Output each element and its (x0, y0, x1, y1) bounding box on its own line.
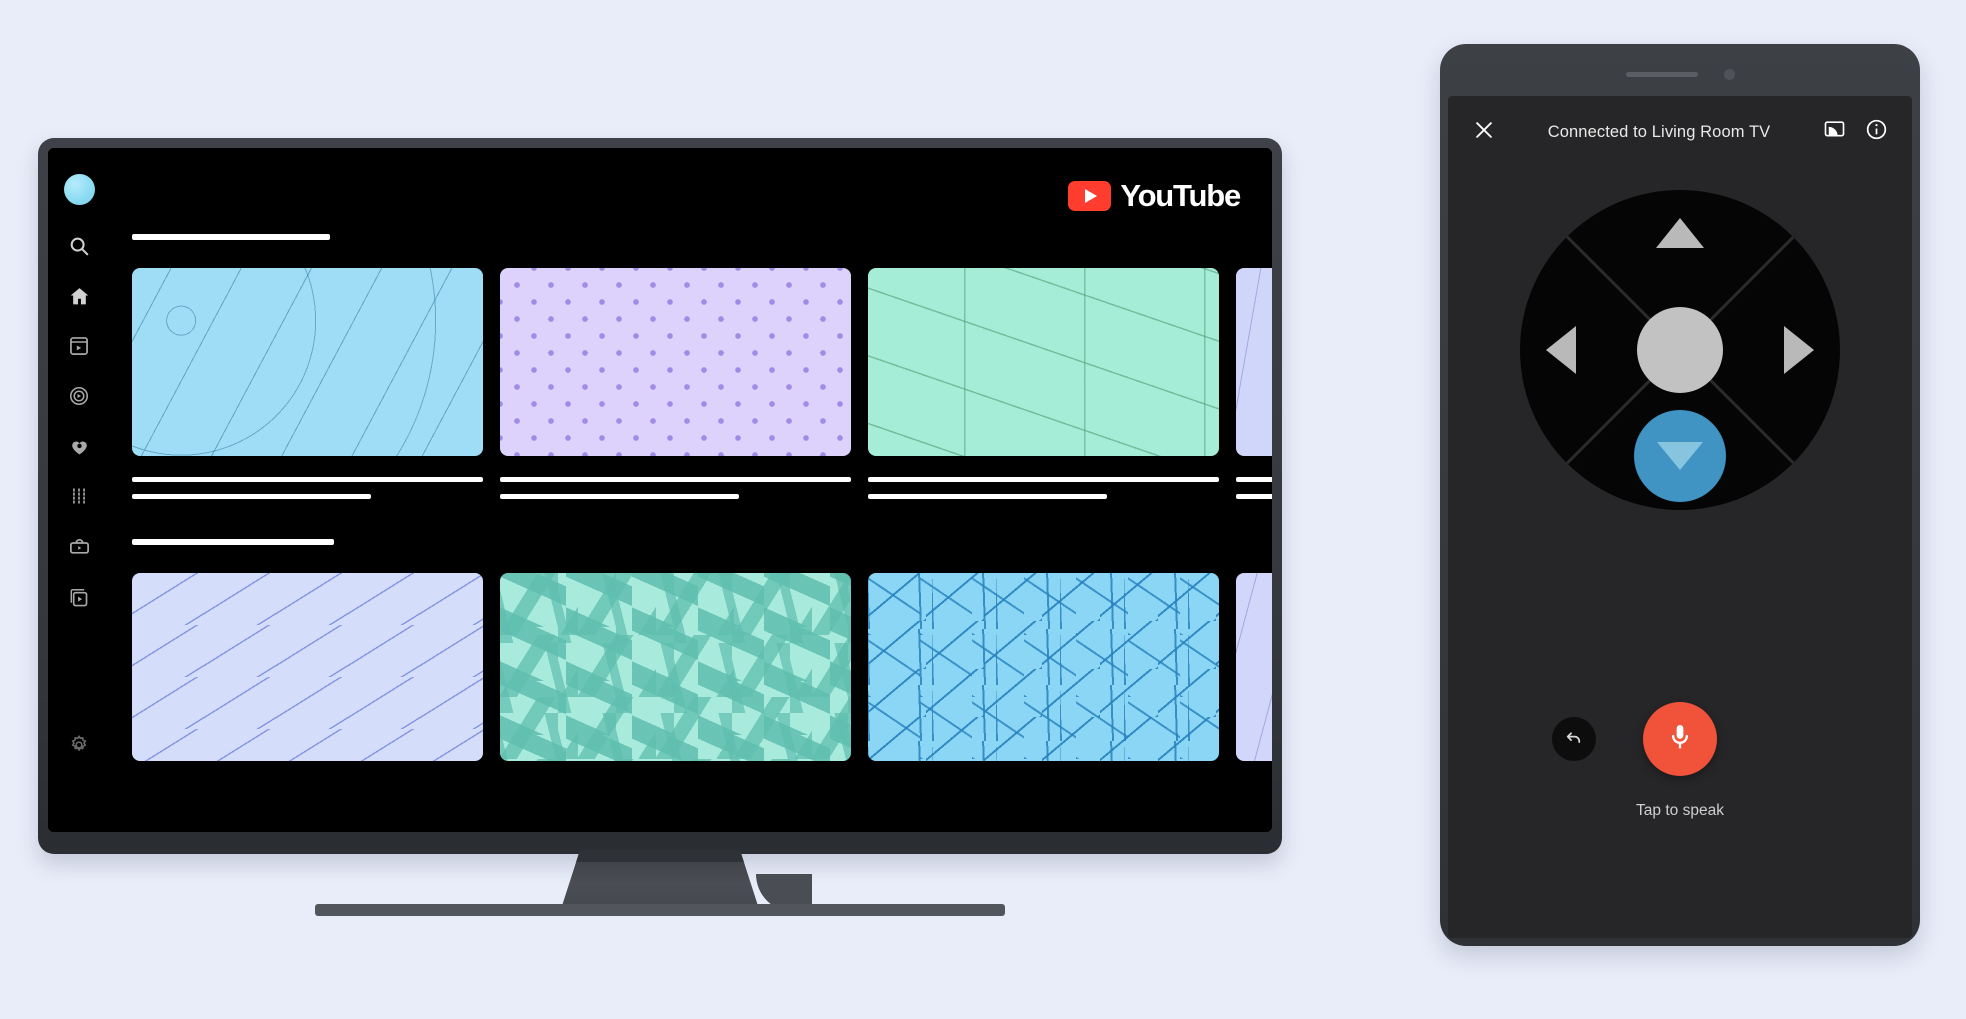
video-card-partial[interactable] (1236, 268, 1272, 511)
sidebar-item-library[interactable] (62, 479, 96, 513)
shorts-icon (68, 335, 90, 357)
video-thumbnail (868, 573, 1219, 761)
tv-main-content: YouTube (110, 148, 1272, 832)
sidebar-item-home[interactable] (62, 279, 96, 313)
dpad-left-button[interactable] (1546, 326, 1576, 374)
video-thumbnail (132, 268, 483, 456)
avatar[interactable] (63, 174, 95, 205)
video-thumbnail (868, 268, 1219, 456)
voice-row (1448, 700, 1912, 778)
youtube-play-icon (1068, 181, 1112, 211)
cast-button[interactable] (1820, 118, 1848, 146)
tv-screen: YouTube (48, 148, 1272, 832)
sidebar-item-watch-later[interactable] (62, 581, 96, 615)
video-card[interactable] (500, 268, 851, 511)
video-thumbnail (500, 573, 851, 761)
info-icon (1865, 118, 1888, 146)
back-arrow-icon (1564, 727, 1584, 752)
shelf-title-placeholder (132, 234, 330, 240)
title-placeholder (132, 477, 483, 482)
watch-later-icon (68, 587, 90, 609)
video-thumbnail (1236, 268, 1272, 456)
subtitle-placeholder (1236, 494, 1272, 499)
dpad-up-button[interactable] (1656, 218, 1704, 248)
library-icon (68, 485, 90, 507)
search-icon (68, 235, 90, 257)
tv-stand-base (315, 904, 1005, 916)
sidebar-item-explore[interactable] (62, 379, 96, 413)
video-thumbnail (132, 573, 483, 761)
shelf-title-placeholder (132, 539, 334, 545)
title-placeholder (500, 477, 851, 482)
connection-status-text: Connected to Living Room TV (1547, 122, 1771, 141)
tv-body: YouTube (38, 138, 1282, 854)
cast-connected-icon (1823, 118, 1846, 146)
microphone-button[interactable] (1643, 702, 1717, 776)
phone-screen-bottom (1448, 908, 1912, 938)
phone-screen: Connected to Living Room TV Tap to speak (1448, 96, 1912, 938)
sidebar-item-your-videos[interactable] (62, 529, 96, 563)
video-meta (868, 477, 1219, 499)
chevron-down-icon (1657, 442, 1703, 470)
title-placeholder (868, 477, 1219, 482)
video-card[interactable] (132, 573, 483, 761)
gear-icon (68, 734, 90, 756)
dpad[interactable] (1520, 190, 1840, 510)
microphone-icon (1665, 722, 1695, 757)
phone-device: Connected to Living Room TV Tap to speak (1440, 44, 1920, 946)
dpad-down-button[interactable] (1634, 410, 1726, 502)
info-button[interactable] (1862, 118, 1890, 146)
youtube-logo: YouTube (1068, 178, 1241, 214)
video-card[interactable] (132, 268, 483, 511)
video-thumbnail (1236, 573, 1272, 761)
sidebar-item-shorts[interactable] (62, 329, 96, 363)
remote-header: Connected to Living Room TV (1448, 96, 1912, 168)
sidebar-item-search[interactable] (62, 229, 96, 263)
explore-icon (68, 385, 90, 407)
dpad-area (1448, 168, 1912, 678)
video-meta (132, 477, 483, 499)
video-card[interactable] (500, 573, 851, 761)
home-icon (68, 285, 91, 308)
content-shelf-1 (132, 268, 1272, 511)
tap-to-speak-label: Tap to speak (1636, 802, 1724, 819)
voice-controls: Tap to speak (1448, 678, 1912, 908)
sidebar-item-settings[interactable] (62, 728, 96, 762)
phone-top-bar (1448, 52, 1912, 96)
video-meta (500, 477, 851, 499)
television: YouTube (38, 138, 1282, 916)
video-card[interactable] (868, 573, 1219, 761)
subtitle-placeholder (500, 494, 739, 499)
subtitle-placeholder (132, 494, 371, 499)
dpad-select-button[interactable] (1637, 307, 1723, 393)
tv-sidebar (48, 148, 110, 832)
your-videos-icon (68, 535, 91, 558)
dpad-right-button[interactable] (1784, 326, 1814, 374)
back-button[interactable] (1552, 717, 1596, 761)
video-thumbnail (500, 268, 851, 456)
earpiece-speaker-icon (1625, 71, 1698, 77)
youtube-wordmark: YouTube (1120, 178, 1241, 213)
tv-stand-neck (560, 850, 760, 912)
subtitle-placeholder (868, 494, 1107, 499)
title-placeholder (1236, 477, 1272, 482)
sidebar-item-subscriptions[interactable] (62, 429, 96, 463)
shelf-gap (132, 511, 1272, 539)
content-shelf-2 (132, 573, 1272, 761)
front-camera-icon (1723, 68, 1735, 80)
video-meta (1236, 477, 1272, 499)
close-icon (1473, 119, 1495, 146)
video-card[interactable] (868, 268, 1219, 511)
video-card-partial[interactable] (1236, 573, 1272, 761)
close-button[interactable] (1470, 118, 1498, 146)
subscriptions-icon (68, 435, 91, 458)
remote-control-scene: YouTube Connected to Living Room TV Tap … (0, 0, 1966, 1019)
